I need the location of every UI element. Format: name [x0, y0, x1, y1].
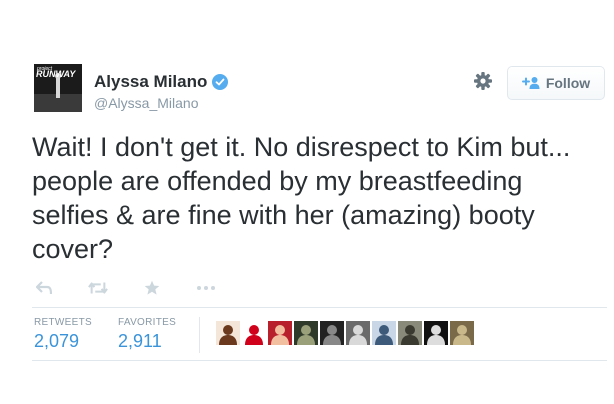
favoriter-avatars: [216, 321, 474, 345]
favoriter-avatar[interactable]: [268, 321, 292, 345]
favoriter-avatar[interactable]: [372, 321, 396, 345]
avatar-text-main: RUNWAY: [36, 69, 76, 79]
favoriter-avatar[interactable]: [320, 321, 344, 345]
tweet-card: project RUNWAY Alyssa Milano @Alyssa_Mil…: [0, 0, 614, 404]
divider: [32, 307, 607, 308]
display-name[interactable]: Alyssa Milano: [94, 72, 229, 92]
verified-icon: [212, 74, 229, 90]
more-icon[interactable]: [196, 280, 216, 296]
favoriter-avatar[interactable]: [294, 321, 318, 345]
follow-button[interactable]: Follow: [507, 66, 605, 100]
favoriter-avatar[interactable]: [398, 321, 422, 345]
retweets-label: RETWEETS: [34, 317, 92, 328]
favoriter-avatar[interactable]: [450, 321, 474, 345]
add-user-icon: [521, 77, 540, 89]
tweet-text: Wait! I don't get it. No disrespect to K…: [32, 132, 571, 264]
retweets-count[interactable]: 2,079: [34, 331, 79, 352]
favorites-label: FAVORITES: [118, 317, 177, 328]
tweet-actions: [34, 280, 250, 296]
display-name-text: Alyssa Milano: [94, 72, 208, 91]
gear-icon[interactable]: [473, 71, 493, 91]
favoriter-avatar[interactable]: [242, 321, 266, 345]
follow-button-label: Follow: [545, 75, 591, 91]
favoriter-avatar[interactable]: [346, 321, 370, 345]
avatar[interactable]: project RUNWAY: [34, 64, 82, 112]
favoriter-avatar[interactable]: [424, 321, 448, 345]
reply-icon[interactable]: [34, 280, 54, 296]
user-handle[interactable]: @Alyssa_Milano: [94, 95, 198, 111]
favoriter-avatar[interactable]: [216, 321, 240, 345]
retweet-icon[interactable]: [88, 280, 108, 296]
divider: [32, 360, 607, 361]
favorite-icon[interactable]: [142, 280, 162, 296]
favorites-count[interactable]: 2,911: [118, 331, 162, 352]
stats-separator: [199, 317, 200, 353]
